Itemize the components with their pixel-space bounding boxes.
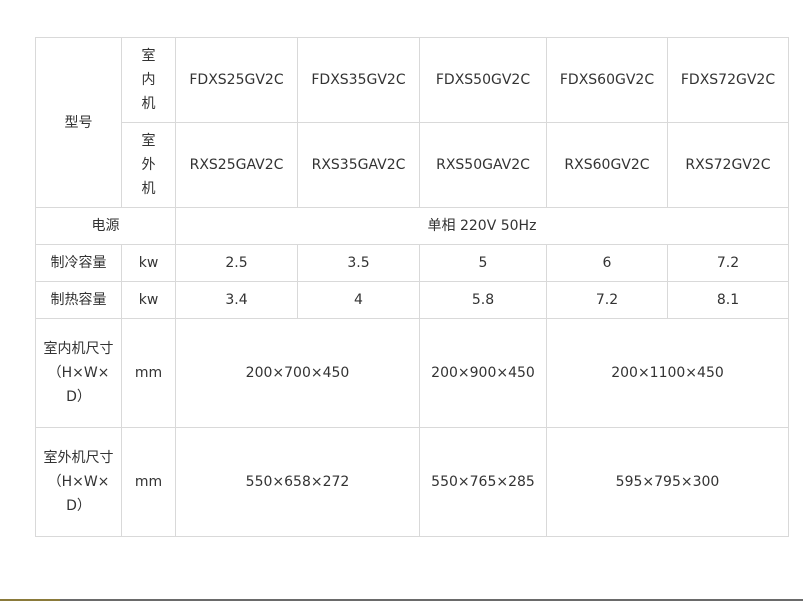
indoor-model-cell: FDXS50GV2C [419, 37, 547, 123]
indoor-model-cell: FDXS72GV2C [667, 37, 789, 123]
indoor-label: 室内机 [141, 48, 156, 112]
outdoor-size-value: 550×658×272 [175, 427, 420, 537]
indoor-size-row: 室内机尺寸（H×W×D） mm 200×700×450 200×900×450 … [35, 318, 789, 428]
spec-table: 型号 室内机 FDXS25GV2C FDXS35GV2C FDXS50GV2C … [35, 37, 789, 537]
outdoor-size-label-cell: 室外机尺寸（H×W×D） [35, 427, 122, 537]
indoor-size-value: 200×900×450 [419, 318, 547, 428]
outdoor-size-label: 室外机尺寸（H×W×D） [43, 450, 114, 514]
cooling-row: 制冷容量 kw 2.5 3.5 5 6 7.2 [35, 244, 789, 282]
cooling-value: 2.5 [175, 244, 298, 282]
model-label: 型号 [35, 37, 122, 208]
outdoor-model-cell: RXS60GV2C [546, 122, 668, 208]
outdoor-size-value: 550×765×285 [419, 427, 547, 537]
outdoor-model-cell: RXS72GV2C [667, 122, 789, 208]
indoor-model-row: 型号 室内机 FDXS25GV2C FDXS35GV2C FDXS50GV2C … [35, 37, 789, 208]
indoor-size-value: 200×700×450 [175, 318, 420, 428]
power-row: 电源 单相 220V 50Hz [35, 207, 789, 245]
outdoor-size-value: 595×795×300 [546, 427, 789, 537]
outdoor-size-unit: mm [121, 427, 176, 537]
indoor-size-label: 室内机尺寸（H×W×D） [43, 341, 114, 405]
indoor-model-cell: FDXS25GV2C [175, 37, 298, 123]
cooling-unit: kw [121, 244, 176, 282]
heating-value: 4 [297, 281, 420, 319]
heating-value: 7.2 [546, 281, 668, 319]
outdoor-size-row: 室外机尺寸（H×W×D） mm 550×658×272 550×765×285 … [35, 427, 789, 537]
cooling-value: 7.2 [667, 244, 789, 282]
outdoor-label-cell: 室外机 [121, 122, 176, 208]
indoor-size-value: 200×1100×450 [546, 318, 789, 428]
indoor-size-unit: mm [121, 318, 176, 428]
heating-label: 制热容量 [35, 281, 122, 319]
heating-value: 3.4 [175, 281, 298, 319]
indoor-label-cell: 室内机 [121, 37, 176, 123]
power-value: 单相 220V 50Hz [175, 207, 789, 245]
cooling-value: 6 [546, 244, 668, 282]
cooling-label: 制冷容量 [35, 244, 122, 282]
indoor-model-cell: FDXS35GV2C [297, 37, 420, 123]
heating-row: 制热容量 kw 3.4 4 5.8 7.2 8.1 [35, 281, 789, 319]
heating-unit: kw [121, 281, 176, 319]
cooling-value: 3.5 [297, 244, 420, 282]
power-label: 电源 [35, 207, 176, 245]
indoor-model-cell: FDXS60GV2C [546, 37, 668, 123]
outdoor-label: 室外机 [141, 133, 156, 197]
outdoor-model-cell: RXS50GAV2C [419, 122, 547, 208]
indoor-size-label-cell: 室内机尺寸（H×W×D） [35, 318, 122, 428]
outdoor-model-cell: RXS35GAV2C [297, 122, 420, 208]
cooling-value: 5 [419, 244, 547, 282]
heating-value: 8.1 [667, 281, 789, 319]
outdoor-model-row: 室外机 RXS25GAV2C RXS35GAV2C RXS50GAV2C RXS… [36, 122, 789, 208]
heating-value: 5.8 [419, 281, 547, 319]
outdoor-model-cell: RXS25GAV2C [175, 122, 298, 208]
